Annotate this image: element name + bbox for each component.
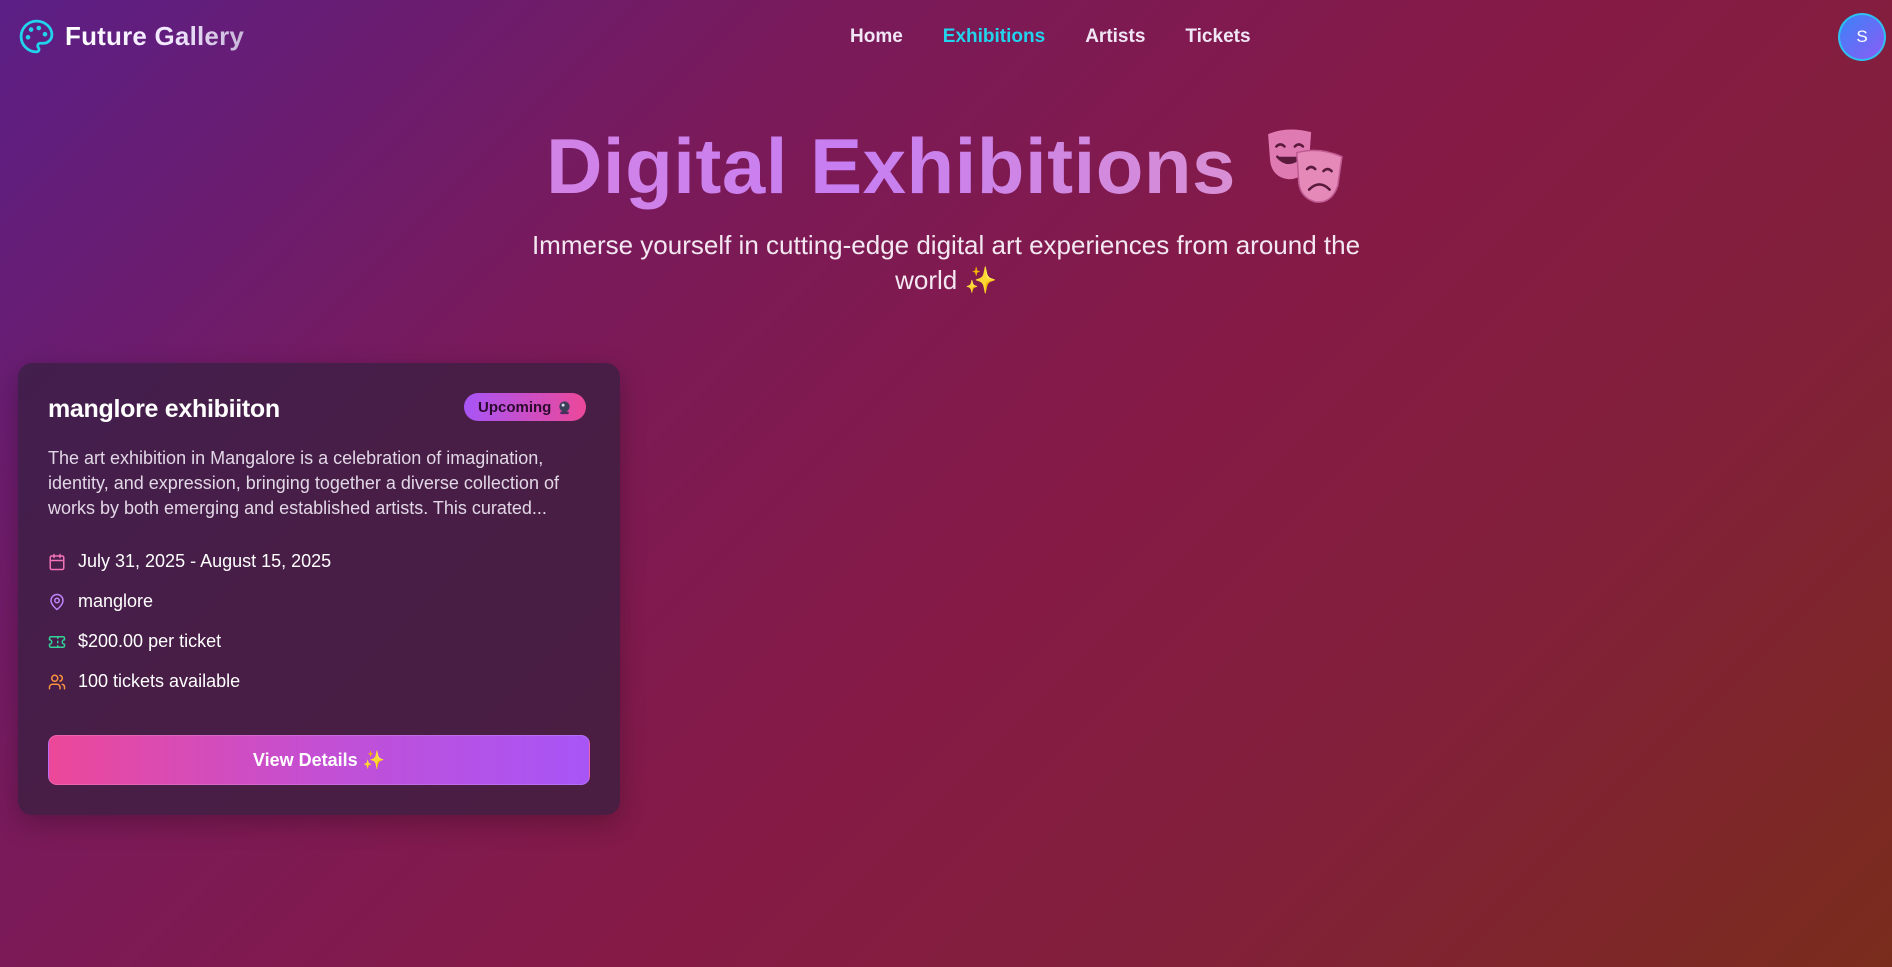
page-title: Digital Exhibitions xyxy=(546,120,1236,214)
view-details-button[interactable]: View Details ✨ xyxy=(48,735,590,785)
nav-artists[interactable]: Artists xyxy=(1085,26,1145,48)
calendar-icon xyxy=(49,553,65,570)
theater-masks-icon xyxy=(1268,129,1343,203)
meta-dates: July 31, 2025 - August 15, 2025 xyxy=(48,551,331,572)
exhibition-location: manglore xyxy=(78,591,154,611)
exhibition-description: The art exhibition in Mangalore is a cel… xyxy=(48,448,559,518)
ticket-price: $200.00 per ticket xyxy=(78,631,222,651)
exhibition-title: manglore exhibiiton xyxy=(48,395,280,423)
map-pin-icon xyxy=(50,593,64,610)
palette-icon xyxy=(19,19,54,54)
nav-tickets[interactable]: Tickets xyxy=(1185,26,1250,48)
tickets-available: 100 tickets available xyxy=(78,671,241,691)
main-nav: Home Exhibitions Artists Tickets xyxy=(850,26,1251,48)
user-avatar[interactable]: S xyxy=(1838,13,1886,61)
nav-exhibitions[interactable]: Exhibitions xyxy=(943,26,1045,48)
crystal-ball-icon xyxy=(559,400,570,414)
meta-tickets: 100 tickets available xyxy=(48,671,240,692)
status-badge-label: Upcoming xyxy=(478,398,552,416)
meta-location: manglore xyxy=(48,591,153,612)
hero-section: Digital Exhibitions Immerse yourself in … xyxy=(0,120,1892,298)
users-icon xyxy=(48,674,66,689)
hero-subtitle: Immerse yourself in cutting-edge digital… xyxy=(531,229,1361,295)
exhibition-dates: July 31, 2025 - August 15, 2025 xyxy=(78,551,332,571)
status-badge: Upcoming xyxy=(464,393,587,421)
meta-price: $200.00 per ticket xyxy=(48,631,221,652)
ticket-icon xyxy=(48,635,66,648)
exhibition-card: manglore exhibiiton Upcoming The art exh… xyxy=(18,363,620,815)
nav-home[interactable]: Home xyxy=(850,26,903,48)
logo[interactable]: Future Gallery xyxy=(18,18,244,55)
logo-text: Future Gallery xyxy=(65,21,245,51)
avatar-initial: S xyxy=(1856,27,1868,46)
top-navbar: Future Gallery Home Exhibitions Artists … xyxy=(0,0,1892,76)
hero-title-row: Digital Exhibitions xyxy=(0,120,1892,214)
view-details-label: View Details ✨ xyxy=(252,749,386,770)
